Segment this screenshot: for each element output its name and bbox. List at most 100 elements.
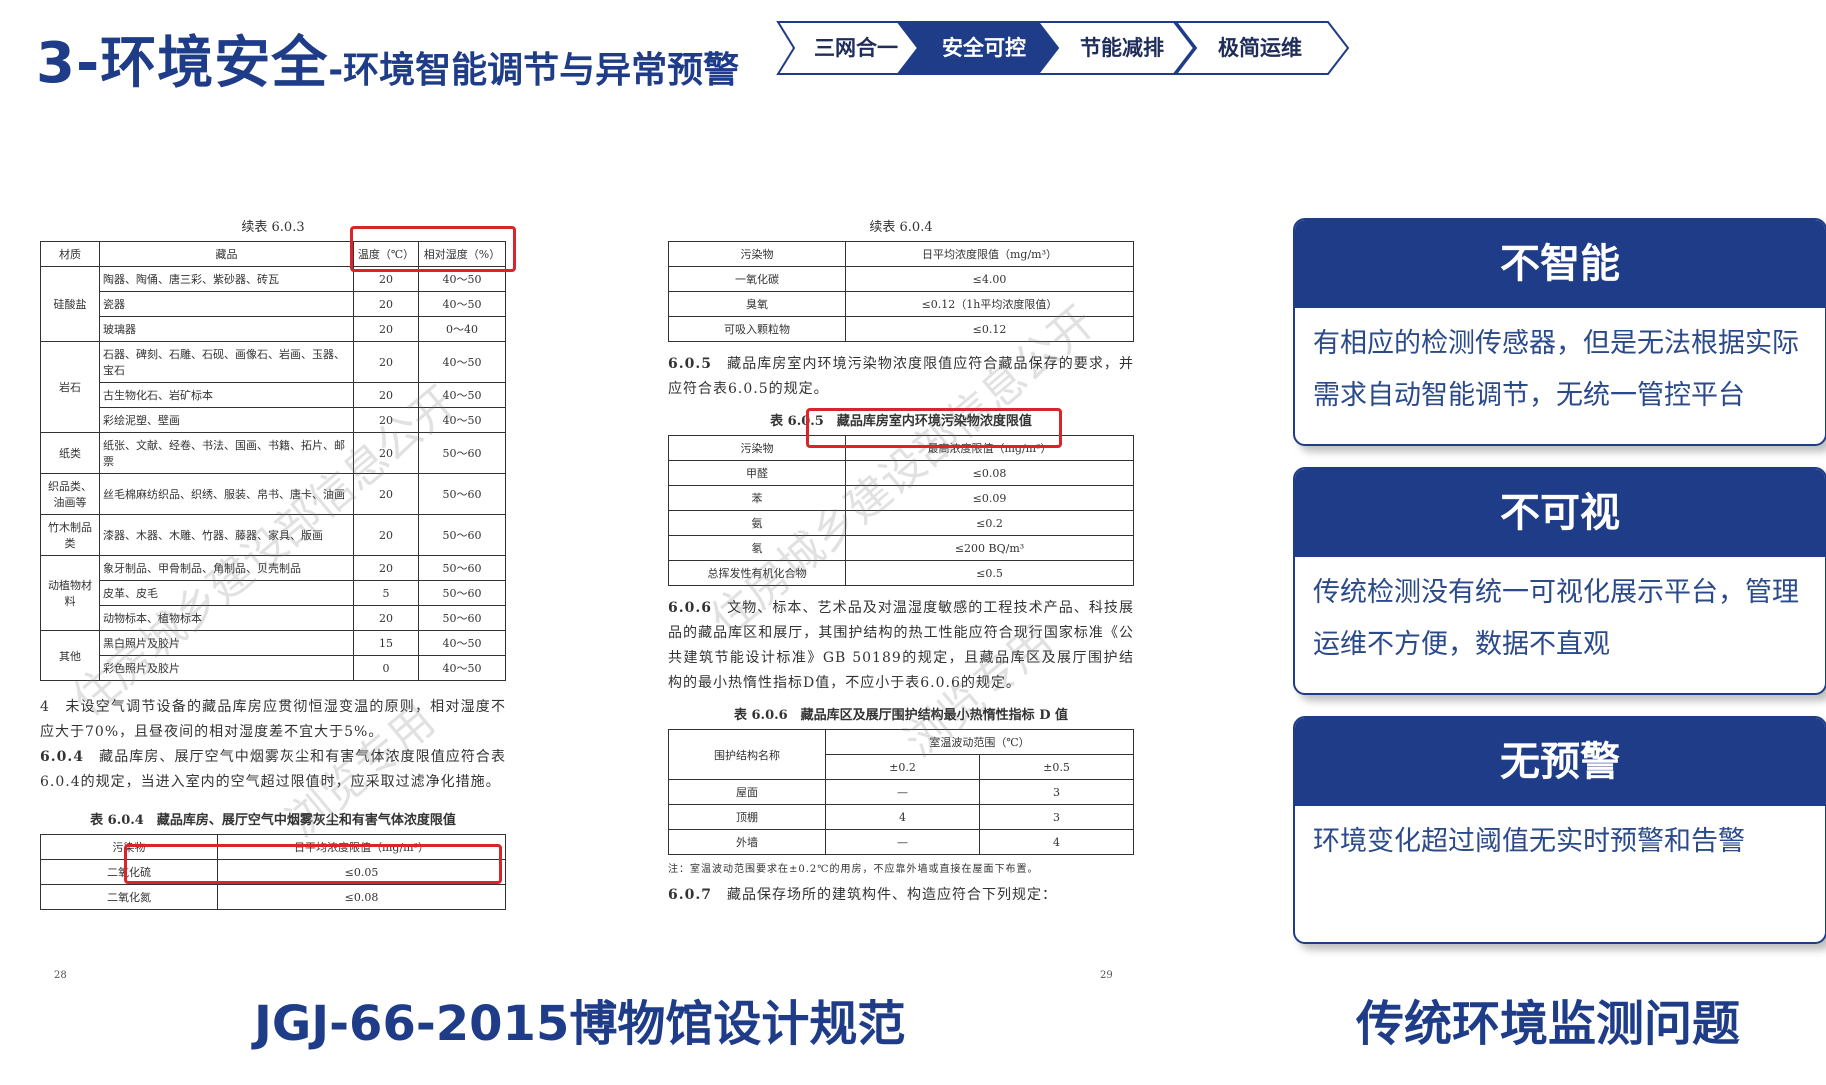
humidity-cell: 50～60: [418, 514, 506, 556]
th-temp-range: 室温波动范围（℃）: [825, 729, 1134, 755]
right-para-2-number: 6.0.6: [668, 600, 712, 616]
step-1: 三网合一: [814, 36, 898, 60]
collection-cell: 瓷器: [99, 291, 354, 317]
limit-cell: ≤0.12（1h平均浓度限值）: [845, 291, 1134, 317]
right-para-2-text: 文物、标本、艺术品及对温湿度敏感的工程技术产品、科技展品的藏品库区和展厅，其围护…: [668, 600, 1134, 691]
d-value-cell: 4: [979, 829, 1134, 855]
humidity-cell: 50～60: [418, 555, 506, 581]
pollutant-cell: 氡: [668, 535, 846, 561]
humidity-cell: 40～50: [418, 655, 506, 681]
collection-cell: 漆器、木器、木雕、竹器、藤器、家具、版画: [99, 514, 354, 556]
limit-cell: ≤4.00: [845, 266, 1134, 292]
pollutant-cell: 甲醛: [668, 460, 846, 486]
humidity-cell: 40～50: [418, 341, 506, 383]
temp-cell: 20: [353, 514, 419, 556]
collection-cell: 古生物化石、岩矿标本: [99, 382, 354, 408]
temp-cell: 15: [353, 630, 419, 656]
temp-cell: 20: [353, 473, 419, 515]
right-table-6-0-5: 污染物 最高浓度限值（mg/m³） 甲醛 ≤0.08 苯 ≤0.09 氨 ≤0.2 氡 ≤…: [668, 435, 1134, 586]
left-para-2-text: 藏品库房、展厅空气中烟雾灰尘和有害气体浓度限值应符合表6.0.4的规定，当进入室…: [40, 749, 506, 790]
problem-card-no-warning: 无预警 环境变化超过阈值无实时预警和告警: [1293, 716, 1826, 944]
page-title: 3-环境安全-环境智能调节与异常预警: [36, 18, 739, 99]
card-body: 有相应的检测传感器，但是无法根据实际需求自动智能调节，无统一管控平台: [1313, 328, 1799, 411]
humidity-cell: 40～50: [418, 291, 506, 317]
progress-steps: 三网合一 安全可控 节能减排 极简运维: [776, 20, 1350, 76]
limit-cell: ≤0.09: [845, 485, 1134, 511]
d-value-cell: —: [825, 779, 980, 805]
structure-cell: 屋面: [668, 779, 826, 805]
collection-cell: 石器、碑刻、石雕、石砚、画像石、岩画、玉器、宝石: [99, 341, 354, 383]
structure-cell: 顶棚: [668, 804, 826, 830]
humidity-cell: 40～50: [418, 630, 506, 656]
collection-cell: 动物标本、植物标本: [99, 605, 354, 631]
right-para-1-number: 6.0.5: [668, 356, 712, 372]
temp-cell: 20: [353, 382, 419, 408]
th-range-05: ±0.5: [979, 754, 1134, 780]
right-para-3-number: 6.0.7: [668, 887, 712, 903]
humidity-cell: 50～60: [418, 605, 506, 631]
left-para-1: 4 未设空气调节设备的藏品库房应贯彻恒湿变温的原则，相对湿度不应大于70%，且昼…: [40, 699, 506, 740]
problem-card-not-visible: 不可视 传统检测没有统一可视化展示平台，管理运维不方便，数据不直观: [1293, 467, 1826, 695]
left-page-number: 28: [54, 970, 67, 981]
humidity-cell: 40～50: [418, 382, 506, 408]
th-pollutant: 污染物: [668, 241, 846, 267]
card-title: 不可视: [1295, 469, 1825, 557]
left-table-6-0-3: 材质 藏品 温度（℃） 相对湿度（%） 硅酸盐 陶器、陶俑、唐三彩、紫砂器、砖瓦…: [40, 241, 506, 681]
pollutant-cell: 氨: [668, 510, 846, 536]
right-para-3-text: 藏品保存场所的建筑构件、构造应符合下列规定：: [711, 887, 1057, 903]
collection-cell: 彩绘泥塑、壁画: [99, 407, 354, 433]
d-value-cell: 4: [825, 804, 980, 830]
d-value-cell: 3: [979, 804, 1134, 830]
material-cell: 纸类: [40, 432, 100, 474]
material-cell: 岩石: [40, 341, 100, 433]
right-document-page: 续表 6.0.4 污染物 日平均浓度限值（mg/m³） 一氧化碳 ≤4.00 臭氧 ≤…: [668, 216, 1134, 981]
right-para-3: 6.0.7 藏品保存场所的建筑构件、构造应符合下列规定：: [668, 883, 1134, 908]
right-caption: 传统环境监测问题: [1356, 996, 1741, 1052]
limit-cell: ≤0.08: [845, 460, 1134, 486]
right-para-1-text: 藏品库房室内环境污染物浓度限值应符合藏品保存的要求，并应符合表6.0.5的规定。: [668, 356, 1134, 397]
humidity-cell: 50～60: [418, 432, 506, 474]
card-title: 不智能: [1295, 220, 1825, 308]
pollutant-cell: 一氧化碳: [668, 266, 846, 292]
pollutant-cell: 苯: [668, 485, 846, 511]
temp-cell: 20: [353, 291, 419, 317]
temp-cell: 20: [353, 316, 419, 342]
step-2-active: 安全可控: [942, 36, 1026, 60]
right-table3-caption: 表 6.0.6 藏品库区及展厅围护结构最小热惰性指标 D 值: [733, 708, 1069, 723]
collection-cell: 陶器、陶俑、唐三彩、紫砂器、砖瓦: [99, 266, 354, 292]
pollutant-cell: 总挥发性有机化合物: [668, 560, 846, 586]
th-structure-name: 围护结构名称: [668, 729, 826, 780]
left-para-2-number: 6.0.4: [40, 749, 84, 765]
temp-cell: 20: [353, 432, 419, 474]
left-table2-caption: 表 6.0.4 藏品库房、展厅空气中烟雾灰尘和有害气体浓度限值: [90, 813, 456, 828]
collection-cell: 黑白照片及胶片: [99, 630, 354, 656]
d-value-cell: 3: [979, 779, 1134, 805]
page-title-sub: -环境智能调节与异常预警: [328, 50, 740, 91]
highlight-box-table-6-0-4: [124, 844, 502, 884]
th-limit: 日平均浓度限值（mg/m³）: [845, 241, 1134, 267]
humidity-cell: 40～50: [418, 407, 506, 433]
limit-cell: ≤200 BQ/m³: [845, 535, 1134, 561]
collection-cell: 象牙制品、甲骨制品、角制品、贝壳制品: [99, 555, 354, 581]
problem-card-not-smart: 不智能 有相应的检测传感器，但是无法根据实际需求自动智能调节，无统一管控平台: [1293, 218, 1826, 446]
left-para-2: 6.0.4 藏品库房、展厅空气中烟雾灰尘和有害气体浓度限值应符合表6.0.4的规…: [40, 745, 506, 795]
collection-cell: 彩色照片及胶片: [99, 655, 354, 681]
collection-cell: 纸张、文献、经卷、书法、国画、书籍、拓片、邮票: [99, 432, 354, 474]
card-body: 环境变化超过阈值无实时预警和告警: [1313, 826, 1745, 857]
limit-cell: ≤0.2: [845, 510, 1134, 536]
pollutant-cell: 二氧化氮: [40, 884, 218, 910]
card-title: 无预警: [1295, 718, 1825, 806]
humidity-cell: 50～60: [418, 473, 506, 515]
th-range-02: ±0.2: [825, 754, 980, 780]
structure-cell: 外墙: [668, 829, 826, 855]
collection-cell: 丝毛棉麻纺织品、织绣、服装、帛书、唐卡、油画: [99, 473, 354, 515]
temp-cell: 20: [353, 407, 419, 433]
humidity-cell: 50～60: [418, 580, 506, 606]
highlight-box-temp-humidity: [350, 226, 516, 272]
right-table-caption: 续表 6.0.4: [869, 220, 933, 235]
th-material: 材质: [40, 241, 100, 267]
th-collection: 藏品: [99, 241, 354, 267]
highlight-box-table-6-0-5: [806, 408, 1062, 448]
material-cell: 动植物材料: [40, 555, 100, 631]
card-body: 传统检测没有统一可视化展示平台，管理运维不方便，数据不直观: [1313, 577, 1799, 660]
